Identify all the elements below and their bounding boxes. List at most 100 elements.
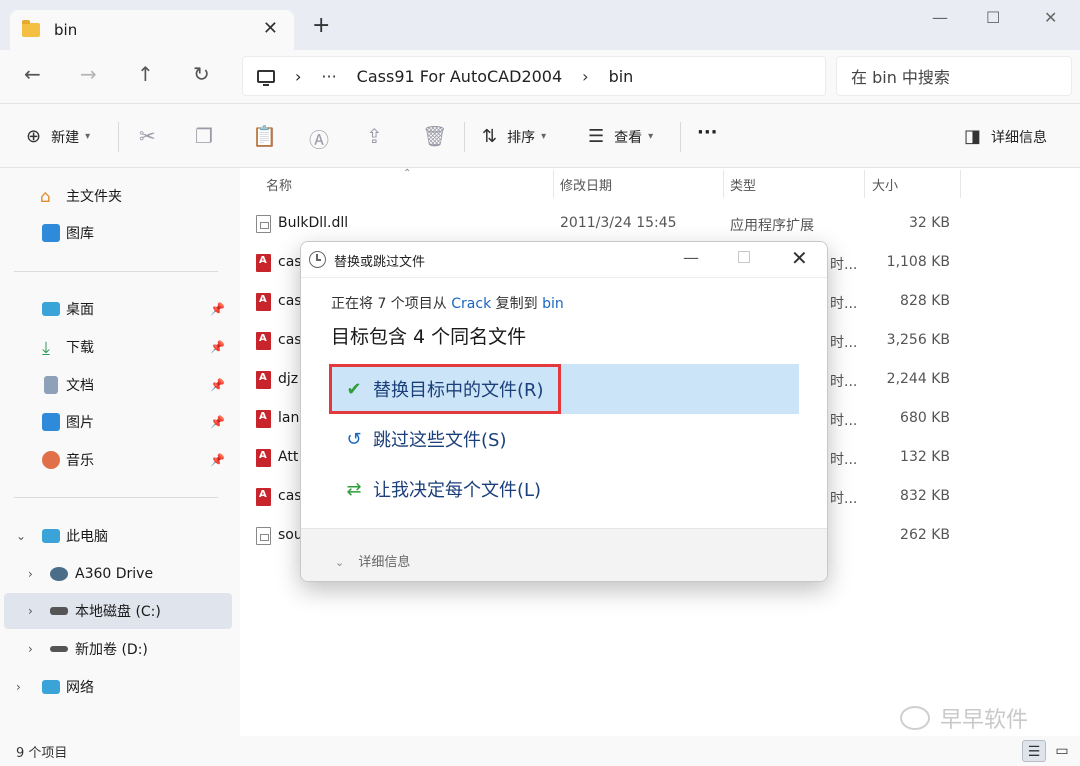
new-tab-button[interactable]: + xyxy=(312,15,330,37)
computer-icon xyxy=(42,529,60,543)
source-folder-link[interactable]: Crack xyxy=(451,296,491,312)
refresh-icon[interactable]: ↻ xyxy=(193,62,210,86)
pin-icon[interactable]: 📌 xyxy=(210,302,225,316)
delete-icon[interactable]: 🗑 xyxy=(422,124,447,148)
breadcrumb-cass91[interactable]: Cass91 For AutoCAD2004 xyxy=(357,67,562,86)
tab-bin[interactable]: bin ✕ xyxy=(10,10,294,50)
breadcrumb-ellipsis[interactable]: ··· xyxy=(321,67,336,86)
toolbar-divider xyxy=(118,122,119,152)
column-divider[interactable] xyxy=(553,170,554,198)
replace-or-skip-dialog: 替换或跳过文件 — ✕ 正在将 7 个项目从 Crack 复制到 bin 目标包… xyxy=(300,241,828,582)
chevron-right-icon[interactable]: › xyxy=(16,680,21,694)
chevron-right-icon[interactable]: › xyxy=(28,604,33,618)
sidebar-item-documents[interactable]: 文档 📌 xyxy=(0,367,228,403)
sidebar-item-a360-drive[interactable]: › A360 Drive xyxy=(0,556,228,592)
breadcrumb-bin[interactable]: bin xyxy=(609,67,634,86)
sort-label: 排序 xyxy=(507,129,536,146)
column-divider[interactable] xyxy=(960,170,961,198)
share-icon[interactable]: ⇪ xyxy=(366,124,383,148)
desktop-icon xyxy=(42,302,60,316)
music-icon xyxy=(42,451,60,469)
autocad-file-icon xyxy=(256,449,271,467)
more-details-toggle[interactable]: ⌄ 详细信息 xyxy=(335,551,410,570)
destination-folder-link[interactable]: bin xyxy=(542,296,564,312)
copy-status-text: 正在将 7 个项目从 Crack 复制到 bin xyxy=(331,296,564,312)
tab-close-button[interactable]: ✕ xyxy=(263,18,278,39)
computer-icon xyxy=(257,69,275,86)
details-view-icon[interactable]: ☰ xyxy=(1022,740,1046,762)
file-row[interactable]: BulkDll.dll 2011/3/24 15:45 应用程序扩展 32 KB xyxy=(240,205,960,243)
pin-icon[interactable]: 📌 xyxy=(210,378,225,392)
sidebar-item-c-drive[interactable]: › 本地磁盘 (C:) xyxy=(4,593,232,629)
gallery-icon xyxy=(42,224,60,242)
sidebar-item-network[interactable]: › 网络 xyxy=(0,669,228,705)
forward-arrow-icon[interactable]: → xyxy=(80,62,97,86)
chevron-down-icon: ⌄ xyxy=(335,556,345,569)
network-icon xyxy=(42,680,60,694)
up-arrow-icon[interactable]: ↑ xyxy=(137,62,154,86)
back-arrow-icon[interactable]: ← xyxy=(24,62,41,86)
more-options-button[interactable]: ··· xyxy=(697,122,718,143)
sidebar-item-pictures[interactable]: 图片 📌 xyxy=(0,404,228,440)
skip-undo-icon: ↺ xyxy=(346,428,362,450)
chevron-down-icon[interactable]: ⌄ xyxy=(16,529,26,543)
column-header-date[interactable]: 修改日期 xyxy=(560,168,612,200)
new-button[interactable]: ⊕ 新建 ▾ xyxy=(26,126,90,147)
folder-icon xyxy=(22,20,40,37)
details-pane-button[interactable]: ◨ 详细信息 xyxy=(964,126,1047,147)
sidebar-item-desktop[interactable]: 桌面 📌 xyxy=(0,291,228,327)
copy-icon[interactable]: ❐ xyxy=(195,124,213,148)
drive-icon xyxy=(50,607,68,615)
sidebar-item-this-pc[interactable]: ⌄ 此电脑 xyxy=(0,518,228,554)
autocad-file-icon xyxy=(256,293,271,311)
column-header-type[interactable]: 类型 xyxy=(730,168,756,200)
checkmark-icon: ✔ xyxy=(346,378,362,400)
chevron-right-icon[interactable]: › xyxy=(28,642,33,656)
conflict-heading: 目标包含 4 个同名文件 xyxy=(331,326,527,348)
sort-button[interactable]: ⇅ 排序 ▾ xyxy=(482,126,546,147)
cut-icon[interactable]: ✂ xyxy=(139,124,156,148)
autocad-file-icon xyxy=(256,410,271,428)
search-input[interactable]: 在 bin 中搜索 xyxy=(836,56,1072,96)
sidebar-item-gallery[interactable]: 图库 xyxy=(0,215,228,251)
pin-icon[interactable]: 📌 xyxy=(210,453,225,467)
autocad-file-icon xyxy=(256,488,271,506)
tab-title: bin xyxy=(54,21,78,39)
column-header-name[interactable]: 名称 xyxy=(266,168,292,200)
column-header-size[interactable]: 大小 xyxy=(872,168,898,200)
compare-files-icon: ⇄ xyxy=(346,478,362,500)
cloud-drive-icon xyxy=(50,567,68,581)
minimize-button[interactable]: — xyxy=(932,8,948,27)
autocad-file-icon xyxy=(256,254,271,272)
column-divider[interactable] xyxy=(723,170,724,198)
navigation-bar: ← → ↑ ↻ › ··· Cass91 For AutoCAD2004 › b… xyxy=(0,50,1080,104)
title-bar: bin ✕ + — ☐ ✕ xyxy=(0,0,1080,50)
dll-file-icon xyxy=(256,215,271,233)
autocad-file-icon xyxy=(256,332,271,350)
sidebar-item-home[interactable]: ⌂ 主文件夹 xyxy=(0,178,228,214)
maximize-button[interactable]: ☐ xyxy=(986,8,1000,27)
view-button[interactable]: ☰ 查看 ▾ xyxy=(588,126,653,147)
rename-icon[interactable]: Ⓐ xyxy=(309,124,329,153)
dialog-close-button[interactable]: ✕ xyxy=(791,246,808,270)
tiles-view-icon[interactable]: ▭ xyxy=(1050,740,1074,762)
dialog-maximize-button xyxy=(738,251,750,263)
chevron-right-icon[interactable]: › xyxy=(28,567,33,581)
column-divider[interactable] xyxy=(864,170,865,198)
dialog-minimize-button[interactable]: — xyxy=(683,248,699,267)
replace-files-option[interactable]: ✔ 替换目标中的文件(R) xyxy=(329,364,799,414)
paste-icon[interactable]: 📋 xyxy=(252,124,277,148)
breadcrumb-separator: › xyxy=(582,66,589,86)
pin-icon[interactable]: 📌 xyxy=(210,415,225,429)
toolbar-divider xyxy=(680,122,681,152)
sidebar-item-downloads[interactable]: ⤓ 下载 📌 xyxy=(0,329,228,365)
sidebar-item-music[interactable]: 音乐 📌 xyxy=(0,442,228,478)
chevron-down-icon: ▾ xyxy=(541,131,547,142)
sidebar-item-d-drive[interactable]: › 新加卷 (D:) xyxy=(0,631,228,667)
pin-icon[interactable]: 📌 xyxy=(210,340,225,354)
address-bar[interactable]: › ··· Cass91 For AutoCAD2004 › bin xyxy=(242,56,826,96)
skip-files-option[interactable]: ↺ 跳过这些文件(S) xyxy=(329,414,799,464)
dialog-title-bar: 替换或跳过文件 — ✕ xyxy=(301,242,827,278)
decide-each-file-option[interactable]: ⇄ 让我决定每个文件(L) xyxy=(329,464,799,514)
close-window-button[interactable]: ✕ xyxy=(1044,8,1057,27)
